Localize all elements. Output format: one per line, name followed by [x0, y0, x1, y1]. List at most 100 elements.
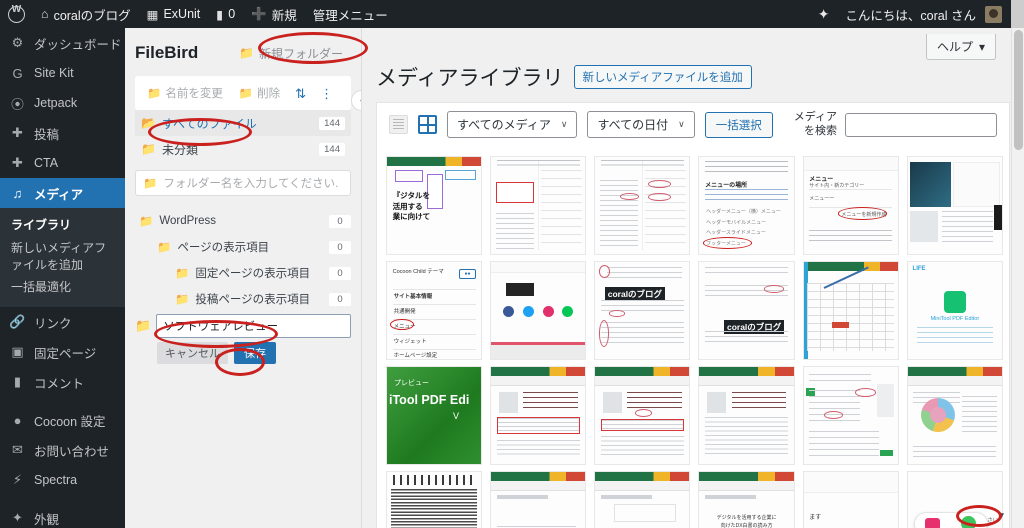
- sidebar-item-comments[interactable]: ▮ コメント: [0, 367, 125, 397]
- sidebar-item-label: CTA: [34, 156, 59, 170]
- sidebar-item-posts[interactable]: ✚ 投稿: [0, 118, 125, 148]
- media-item[interactable]: [802, 365, 899, 465]
- search-input[interactable]: [845, 112, 997, 137]
- sidebar-item-pages[interactable]: ▣ 固定ページ: [0, 337, 125, 367]
- sort-az-icon[interactable]: ⇅: [291, 87, 310, 100]
- sparkle-menu[interactable]: ✦: [810, 0, 838, 28]
- thumbnail-annotation: [648, 193, 671, 202]
- media-item[interactable]: 『ジタルを 活用する 業に向けて: [386, 155, 483, 255]
- thumbnail-option: サイト内・新カテゴリー: [809, 182, 865, 189]
- sidebar-item-contact[interactable]: ✉ お問い合わせ: [0, 435, 125, 465]
- folder-node-wordpress[interactable]: 📁 WordPress 0: [135, 208, 351, 234]
- media-item[interactable]: [490, 470, 587, 528]
- sidebar-item-spectra[interactable]: ⚡ Spectra: [0, 465, 125, 495]
- media-item[interactable]: [698, 365, 795, 465]
- comments-menu[interactable]: ▮ 0: [208, 0, 243, 28]
- admin-menu-item[interactable]: 管理メニュー: [305, 0, 396, 28]
- media-item[interactable]: [490, 365, 587, 465]
- media-item[interactable]: プレビュー iTool PDF Edi V: [386, 365, 483, 465]
- new-folder-button[interactable]: 📁 新規フォルダー: [231, 40, 351, 66]
- folder-name-input[interactable]: ソフトウェアレビュー: [156, 314, 351, 338]
- media-item[interactable]: デジタルを活用する企業に 向けたDX白書の読み方: [698, 470, 795, 528]
- comment-icon: ▮: [216, 7, 224, 22]
- submenu-item-library[interactable]: ライブラリ: [0, 214, 125, 237]
- comments-count: 0: [228, 7, 236, 21]
- media-item[interactable]: メニュー サイト内・新カテゴリー メニュー一 メニューを新規作成: [802, 155, 899, 255]
- folder-row-uncategorized[interactable]: 📁 未分類 144: [135, 136, 351, 162]
- menu-separator: [0, 495, 125, 503]
- thumbnail-divider: [392, 334, 476, 336]
- thumbnail-dense-text: [390, 488, 478, 528]
- help-button[interactable]: ヘルプ ▾: [925, 34, 996, 60]
- list-view-icon[interactable]: [389, 115, 408, 135]
- folder-node-post-page-display-items[interactable]: 📁 投稿ページの表示項目 0: [135, 286, 351, 312]
- media-item[interactable]: [906, 365, 1003, 465]
- submenu-item-bulk-optimize[interactable]: 一括最適化: [0, 276, 125, 299]
- folder-icon: 📁: [139, 216, 154, 228]
- exunit-menu[interactable]: ▦ ExUnit: [139, 0, 209, 28]
- sidebar-item-site-kit[interactable]: G Site Kit: [0, 58, 125, 88]
- filter-date-select[interactable]: すべての日付 ∨: [587, 111, 695, 139]
- thumbnail-option: サイト基本情報: [393, 293, 433, 300]
- sidebar-item-appearance[interactable]: ✦ 外観: [0, 503, 125, 528]
- more-vertical-icon[interactable]: ⋮: [316, 87, 337, 100]
- sidebar-item-dashboard[interactable]: ⚙ ダッシュボード: [0, 28, 125, 58]
- thumbnail-header: [491, 261, 586, 274]
- chevron-left-icon[interactable]: ‹: [351, 90, 361, 111]
- sidebar-item-media[interactable]: ♫ メディア: [0, 178, 125, 208]
- wp-logo-menu[interactable]: [0, 0, 33, 28]
- site-name-menu[interactable]: ⌂ coralのブログ: [33, 0, 139, 28]
- smiley-icon: [961, 516, 977, 528]
- media-item[interactable]: coralのブログ: [698, 260, 795, 360]
- media-item[interactable]: メニューの場所 ヘッダーメニュー（横）メニュー ヘッダーモバイルメニュー ヘッダ…: [698, 155, 795, 255]
- media-item[interactable]: [386, 470, 483, 528]
- media-item[interactable]: [802, 260, 899, 360]
- sidebar-item-cta[interactable]: ✚ CTA: [0, 148, 125, 178]
- folder-node-page-display-items[interactable]: 📁 ページの表示項目 0: [135, 234, 351, 260]
- scrollbar-top-cap[interactable]: [1011, 0, 1024, 28]
- media-item[interactable]: Cocoon Child テーマ ●● サイト基本情報 共通開発 メニュー ウィ…: [386, 260, 483, 360]
- media-item[interactable]: coralのブログ: [594, 260, 691, 360]
- scrollbar-thumb[interactable]: [1014, 30, 1023, 150]
- rename-folder-button[interactable]: 📁 名前を変更: [142, 82, 228, 104]
- thumbnail-heading: メニューの場所: [705, 182, 748, 189]
- save-button[interactable]: 保存: [234, 342, 276, 364]
- thumbnail-lines: [496, 160, 580, 170]
- sidebar-item-label: 投稿: [34, 127, 60, 142]
- cancel-button[interactable]: キャンセル: [157, 342, 228, 364]
- sidebar-item-links[interactable]: 🔗 リンク: [0, 307, 125, 337]
- thumbnail-image: [993, 205, 1002, 231]
- media-item[interactable]: [594, 470, 691, 528]
- page-scrollbar[interactable]: [1011, 28, 1024, 528]
- bulk-select-button[interactable]: 一括選択: [704, 111, 773, 138]
- new-content-menu[interactable]: ➕ 新規: [243, 0, 305, 28]
- sidebar-item-label: ダッシュボード: [34, 37, 122, 52]
- folder-search-input[interactable]: 📁 フォルダー名を入力してください.: [135, 170, 351, 196]
- thumbnail-lines: [606, 267, 682, 281]
- sidebar-item-cocoon-settings[interactable]: ● Cocoon 設定: [0, 405, 125, 435]
- media-item[interactable]: [594, 365, 691, 465]
- media-item[interactable]: [906, 155, 1003, 255]
- chevron-down-icon[interactable]: ▼: [996, 511, 1006, 522]
- folder-row-all-files[interactable]: 📂 すべてのファイル 144: [135, 110, 351, 136]
- folder-node-static-page-display-items[interactable]: 📁 固定ページの表示項目 0: [135, 260, 351, 286]
- grid-view-icon[interactable]: [418, 115, 437, 135]
- thumbnail-lines: [705, 267, 789, 277]
- media-item[interactable]: [490, 260, 587, 360]
- my-account-menu[interactable]: こんにちは、coral さん: [837, 0, 1010, 28]
- thumbnail-pie-chart: [921, 397, 955, 432]
- filter-media-type-select[interactable]: すべてのメディア ∨: [447, 111, 578, 139]
- add-new-media-button[interactable]: 新しいメディアファイルを追加: [573, 65, 752, 89]
- pin-icon: ✚: [12, 125, 23, 140]
- thumbnail-annotation: [648, 179, 671, 188]
- pin-icon: ✚: [12, 155, 23, 170]
- media-item[interactable]: さい 保存: [906, 470, 1003, 528]
- submenu-item-add-new[interactable]: 新しいメディアファイルを追加: [0, 237, 125, 277]
- sidebar-item-jetpack[interactable]: ⦿ Jetpack: [0, 88, 125, 118]
- media-item[interactable]: ます: [802, 470, 899, 528]
- media-item[interactable]: [594, 155, 691, 255]
- media-item[interactable]: [490, 155, 587, 255]
- delete-folder-button[interactable]: 📁 削除: [234, 82, 285, 104]
- media-grid: 『ジタルを 活用する 業に向けて メニューの場所 ヘッダーメニュー（横）メニュー…: [386, 155, 1003, 528]
- media-item[interactable]: LIFE MiniTool PDF Editor: [906, 260, 1003, 360]
